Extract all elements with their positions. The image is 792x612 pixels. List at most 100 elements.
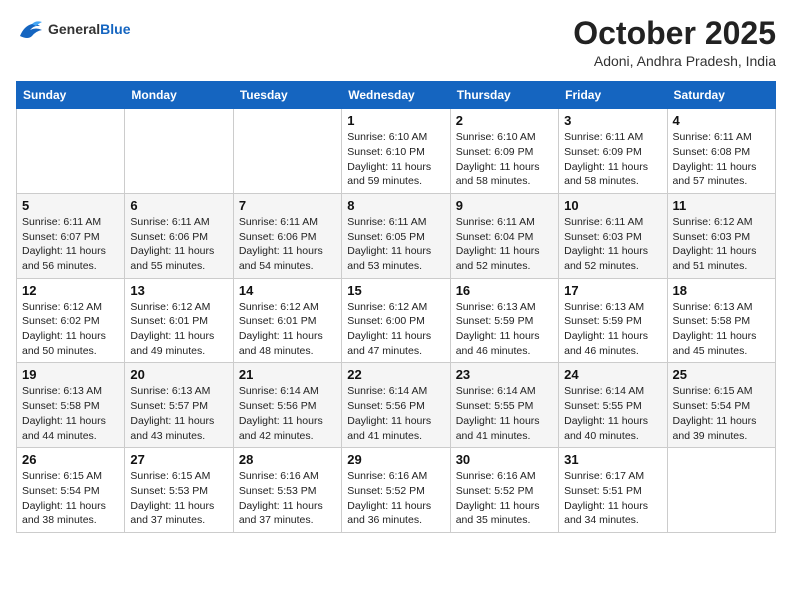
day-number: 5 [22, 198, 119, 213]
day-number: 30 [456, 452, 553, 467]
day-info: Sunrise: 6:15 AM Sunset: 5:54 PM Dayligh… [22, 469, 119, 528]
weekday-header-row: SundayMondayTuesdayWednesdayThursdayFrid… [17, 82, 776, 109]
day-number: 26 [22, 452, 119, 467]
day-number: 20 [130, 367, 227, 382]
day-info: Sunrise: 6:16 AM Sunset: 5:52 PM Dayligh… [456, 469, 553, 528]
calendar-cell: 8 Sunrise: 6:11 AM Sunset: 6:05 PM Daylig… [342, 193, 450, 278]
day-info: Sunrise: 6:13 AM Sunset: 5:58 PM Dayligh… [673, 300, 770, 359]
day-info: Sunrise: 6:16 AM Sunset: 5:53 PM Dayligh… [239, 469, 336, 528]
day-number: 8 [347, 198, 444, 213]
day-info: Sunrise: 6:13 AM Sunset: 5:59 PM Dayligh… [564, 300, 661, 359]
day-info: Sunrise: 6:12 AM Sunset: 6:02 PM Dayligh… [22, 300, 119, 359]
calendar-cell: 22Sunrise: 6:14 AM Sunset: 5:56 PM Dayli… [342, 363, 450, 448]
calendar-cell: 6 Sunrise: 6:11 AM Sunset: 6:06 PM Daylig… [125, 193, 233, 278]
day-info: Sunrise: 6:17 AM Sunset: 5:51 PM Dayligh… [564, 469, 661, 528]
day-info: Sunrise: 6:12 AM Sunset: 6:00 PM Dayligh… [347, 300, 444, 359]
calendar-cell: 27Sunrise: 6:15 AM Sunset: 5:53 PM Dayli… [125, 448, 233, 533]
day-number: 4 [673, 113, 770, 128]
logo: General Blue [16, 16, 130, 44]
calendar-cell: 18 Sunrise: 6:13 AM Sunset: 5:58 PM Dayli… [667, 278, 775, 363]
day-number: 11 [673, 198, 770, 213]
month-title: October 2025 [573, 16, 776, 51]
calendar-week-row: 5 Sunrise: 6:11 AM Sunset: 6:07 PM Daylig… [17, 193, 776, 278]
day-info: Sunrise: 6:10 AM Sunset: 6:10 PM Dayligh… [347, 130, 444, 189]
day-number: 24 [564, 367, 661, 382]
calendar-table: SundayMondayTuesdayWednesdayThursdayFrid… [16, 81, 776, 533]
calendar-cell: 12 Sunrise: 6:12 AM Sunset: 6:02 PM Dayli… [17, 278, 125, 363]
weekday-header-wednesday: Wednesday [342, 82, 450, 109]
day-number: 15 [347, 283, 444, 298]
day-info: Sunrise: 6:14 AM Sunset: 5:55 PM Dayligh… [564, 384, 661, 443]
calendar-week-row: 1 Sunrise: 6:10 AM Sunset: 6:10 PM Daylig… [17, 109, 776, 194]
day-number: 23 [456, 367, 553, 382]
calendar-cell: 13Sunrise: 6:12 AM Sunset: 6:01 PM Dayli… [125, 278, 233, 363]
day-number: 1 [347, 113, 444, 128]
day-number: 6 [130, 198, 227, 213]
day-info: Sunrise: 6:11 AM Sunset: 6:06 PM Dayligh… [239, 215, 336, 274]
calendar-cell: 26 Sunrise: 6:15 AM Sunset: 5:54 PM Dayli… [17, 448, 125, 533]
day-number: 22 [347, 367, 444, 382]
calendar-cell: 2 Sunrise: 6:10 AM Sunset: 6:09 PM Daylig… [450, 109, 558, 194]
weekday-header-saturday: Saturday [667, 82, 775, 109]
day-info: Sunrise: 6:11 AM Sunset: 6:07 PM Dayligh… [22, 215, 119, 274]
day-number: 17 [564, 283, 661, 298]
page-header: General Blue October 2025 Adoni, Andhra … [16, 16, 776, 69]
day-number: 29 [347, 452, 444, 467]
calendar-cell: 5 Sunrise: 6:11 AM Sunset: 6:07 PM Daylig… [17, 193, 125, 278]
day-info: Sunrise: 6:16 AM Sunset: 5:52 PM Dayligh… [347, 469, 444, 528]
day-number: 18 [673, 283, 770, 298]
day-number: 19 [22, 367, 119, 382]
day-info: Sunrise: 6:13 AM Sunset: 5:57 PM Dayligh… [130, 384, 227, 443]
day-info: Sunrise: 6:12 AM Sunset: 6:01 PM Dayligh… [130, 300, 227, 359]
day-info: Sunrise: 6:12 AM Sunset: 6:03 PM Dayligh… [673, 215, 770, 274]
calendar-cell [667, 448, 775, 533]
calendar-week-row: 26 Sunrise: 6:15 AM Sunset: 5:54 PM Dayli… [17, 448, 776, 533]
logo-general: General [48, 22, 100, 37]
calendar-cell: 16 Sunrise: 6:13 AM Sunset: 5:59 PM Dayli… [450, 278, 558, 363]
day-number: 12 [22, 283, 119, 298]
day-info: Sunrise: 6:15 AM Sunset: 5:54 PM Dayligh… [673, 384, 770, 443]
day-info: Sunrise: 6:11 AM Sunset: 6:08 PM Dayligh… [673, 130, 770, 189]
day-number: 10 [564, 198, 661, 213]
day-number: 14 [239, 283, 336, 298]
day-info: Sunrise: 6:11 AM Sunset: 6:09 PM Dayligh… [564, 130, 661, 189]
calendar-cell: 9Sunrise: 6:11 AM Sunset: 6:04 PM Daylig… [450, 193, 558, 278]
day-number: 7 [239, 198, 336, 213]
day-number: 21 [239, 367, 336, 382]
location-text: Adoni, Andhra Pradesh, India [573, 53, 776, 69]
weekday-header-monday: Monday [125, 82, 233, 109]
calendar-cell: 15 Sunrise: 6:12 AM Sunset: 6:00 PM Dayli… [342, 278, 450, 363]
calendar-cell: 19Sunrise: 6:13 AM Sunset: 5:58 PM Dayli… [17, 363, 125, 448]
calendar-cell [17, 109, 125, 194]
day-info: Sunrise: 6:11 AM Sunset: 6:06 PM Dayligh… [130, 215, 227, 274]
calendar-week-row: 12 Sunrise: 6:12 AM Sunset: 6:02 PM Dayli… [17, 278, 776, 363]
day-number: 2 [456, 113, 553, 128]
title-area: October 2025 Adoni, Andhra Pradesh, Indi… [573, 16, 776, 69]
day-info: Sunrise: 6:11 AM Sunset: 6:05 PM Dayligh… [347, 215, 444, 274]
day-info: Sunrise: 6:15 AM Sunset: 5:53 PM Dayligh… [130, 469, 227, 528]
day-info: Sunrise: 6:11 AM Sunset: 6:03 PM Dayligh… [564, 215, 661, 274]
day-number: 16 [456, 283, 553, 298]
calendar-cell: 31 Sunrise: 6:17 AM Sunset: 5:51 PM Dayli… [559, 448, 667, 533]
calendar-cell: 29 Sunrise: 6:16 AM Sunset: 5:52 PM Dayli… [342, 448, 450, 533]
day-number: 3 [564, 113, 661, 128]
day-info: Sunrise: 6:14 AM Sunset: 5:55 PM Dayligh… [456, 384, 553, 443]
calendar-cell: 21 Sunrise: 6:14 AM Sunset: 5:56 PM Dayli… [233, 363, 341, 448]
calendar-cell [125, 109, 233, 194]
day-info: Sunrise: 6:14 AM Sunset: 5:56 PM Dayligh… [239, 384, 336, 443]
calendar-cell: 24 Sunrise: 6:14 AM Sunset: 5:55 PM Dayli… [559, 363, 667, 448]
calendar-cell: 28 Sunrise: 6:16 AM Sunset: 5:53 PM Dayli… [233, 448, 341, 533]
day-info: Sunrise: 6:10 AM Sunset: 6:09 PM Dayligh… [456, 130, 553, 189]
day-info: Sunrise: 6:13 AM Sunset: 5:59 PM Dayligh… [456, 300, 553, 359]
day-info: Sunrise: 6:12 AM Sunset: 6:01 PM Dayligh… [239, 300, 336, 359]
logo-blue: Blue [100, 22, 130, 37]
calendar-cell: 7 Sunrise: 6:11 AM Sunset: 6:06 PM Daylig… [233, 193, 341, 278]
calendar-cell: 14 Sunrise: 6:12 AM Sunset: 6:01 PM Dayli… [233, 278, 341, 363]
day-number: 28 [239, 452, 336, 467]
weekday-header-friday: Friday [559, 82, 667, 109]
weekday-header-tuesday: Tuesday [233, 82, 341, 109]
weekday-header-thursday: Thursday [450, 82, 558, 109]
day-number: 31 [564, 452, 661, 467]
calendar-cell: 10 Sunrise: 6:11 AM Sunset: 6:03 PM Dayli… [559, 193, 667, 278]
logo-text: General Blue [48, 22, 130, 37]
